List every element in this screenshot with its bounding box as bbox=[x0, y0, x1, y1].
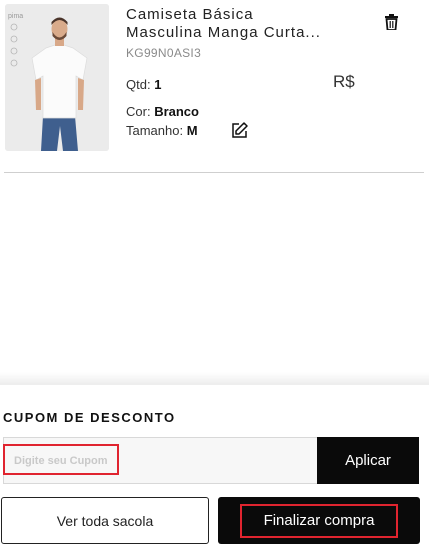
view-bag-button[interactable]: Ver toda sacola bbox=[1, 497, 209, 544]
product-image[interactable]: pima bbox=[5, 4, 109, 151]
color-label: Cor: bbox=[126, 104, 151, 119]
product-photo: pima bbox=[5, 4, 109, 151]
checkout-button[interactable]: Finalizar compra bbox=[218, 497, 420, 544]
coupon-title: CUPOM DE DESCONTO bbox=[3, 410, 176, 425]
panel-shadow bbox=[0, 372, 429, 386]
pima-brand-logo: pima bbox=[8, 13, 23, 20]
trash-icon bbox=[384, 14, 398, 30]
checkout-panel: CUPOM DE DESCONTO Aplicar Ver toda sacol… bbox=[0, 385, 429, 552]
size-label: Tamanho: bbox=[126, 123, 184, 138]
bag-page: pima Camiseta Básica Masculina Manga Cur… bbox=[0, 0, 429, 552]
pencil-icon bbox=[232, 122, 248, 138]
divider bbox=[4, 172, 424, 173]
product-sku: KG99N0ASI3 bbox=[126, 46, 202, 60]
quantity-label: Qtd: bbox=[126, 77, 151, 92]
quantity-row: Qtd: 1 bbox=[126, 77, 161, 92]
coupon-input[interactable] bbox=[3, 437, 318, 484]
remove-item-button[interactable] bbox=[383, 13, 399, 31]
apply-coupon-button[interactable]: Aplicar bbox=[317, 437, 419, 484]
item-price: R$ bbox=[333, 72, 355, 91]
quantity-value: 1 bbox=[154, 77, 162, 92]
product-name-line-2: Masculina Manga Curta... bbox=[126, 24, 321, 41]
edit-item-button[interactable] bbox=[231, 122, 248, 139]
size-value: M bbox=[186, 123, 198, 138]
color-value: Branco bbox=[154, 104, 199, 119]
product-name[interactable]: Camiseta Básica Masculina Manga Curta... bbox=[126, 6, 336, 42]
color-row: Cor: Branco bbox=[126, 104, 199, 119]
product-name-line-1: Camiseta Básica bbox=[126, 6, 254, 23]
size-row: Tamanho: M bbox=[126, 123, 198, 138]
